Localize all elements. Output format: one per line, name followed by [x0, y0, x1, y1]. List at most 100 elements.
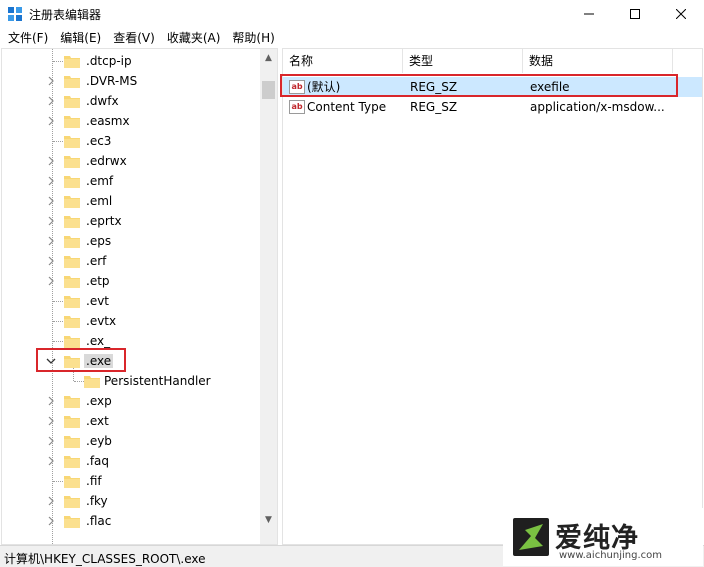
tree-item-label: .eps: [86, 234, 112, 248]
chevron-right-icon[interactable]: [46, 275, 56, 287]
tree-item[interactable]: .edrwx: [2, 151, 260, 171]
folder-icon: [64, 54, 80, 68]
tree-item-label: .emf: [86, 174, 114, 188]
registry-values-pane[interactable]: 名称 类型 数据 ab (默认) REG_SZ exefile ab Conte…: [282, 48, 703, 545]
chevron-right-icon[interactable]: [46, 215, 56, 227]
folder-icon: [64, 414, 80, 428]
chevron-right-icon[interactable]: [46, 235, 56, 247]
folder-icon: [64, 274, 80, 288]
folder-icon: [64, 334, 80, 348]
tree-item-label: .evt: [86, 294, 110, 308]
tree-item-child[interactable]: PersistentHandler: [2, 371, 260, 391]
menu-edit[interactable]: 编辑(E): [54, 28, 107, 48]
chevron-right-icon[interactable]: [46, 115, 56, 127]
chevron-right-icon[interactable]: [46, 415, 56, 427]
folder-icon: [64, 314, 80, 328]
folder-icon: [64, 154, 80, 168]
tree-item-label: .ec3: [86, 134, 112, 148]
tree-item[interactable]: .erf: [2, 251, 260, 271]
tree-scrollbar[interactable]: ▲ ▼: [260, 49, 277, 544]
tree-item[interactable]: .evt: [2, 291, 260, 311]
tree-item[interactable]: .DVR-MS: [2, 71, 260, 91]
tree-item[interactable]: .ext: [2, 411, 260, 431]
menu-file[interactable]: 文件(F): [2, 28, 54, 48]
column-header-type[interactable]: 类型: [403, 49, 523, 73]
tree-item[interactable]: .fif: [2, 471, 260, 491]
chevron-right-icon[interactable]: [46, 495, 56, 507]
tree-item[interactable]: .eml: [2, 191, 260, 211]
chevron-right-icon[interactable]: [46, 455, 56, 467]
minimize-icon: [584, 13, 594, 15]
tree-item[interactable]: .faq: [2, 451, 260, 471]
value-data: application/x-msdow...: [530, 100, 665, 114]
tree-item[interactable]: .ec3: [2, 131, 260, 151]
tree-item[interactable]: .flac: [2, 511, 260, 531]
tree-item-label: .erf: [86, 254, 107, 268]
folder-icon: [64, 514, 80, 528]
chevron-right-icon[interactable]: [46, 435, 56, 447]
tree-item[interactable]: .eps: [2, 231, 260, 251]
chevron-right-icon[interactable]: [46, 395, 56, 407]
watermark-logo-icon: [513, 518, 549, 556]
tree-item-label: .eml: [86, 194, 113, 208]
tree-item[interactable]: .eyb: [2, 431, 260, 451]
tree-item[interactable]: .fky: [2, 491, 260, 511]
scroll-up-icon[interactable]: ▲: [260, 49, 277, 66]
value-name: Content Type: [307, 100, 387, 114]
registry-tree-pane[interactable]: .dtcp-ip .DVR-MS .dwfx .easmx .ec3 .edrwx .emf…: [1, 48, 278, 545]
value-row-content-type[interactable]: ab Content Type REG_SZ application/x-msd…: [283, 97, 702, 117]
tree-item-label: .easmx: [86, 114, 130, 128]
maximize-button[interactable]: [612, 0, 658, 28]
folder-icon: [64, 134, 80, 148]
tree-guide-branch: [53, 301, 63, 302]
tree-guide-branch: [53, 141, 63, 142]
tree-guide-branch: [74, 381, 84, 382]
title-bar: 注册表编辑器: [0, 0, 704, 28]
menu-favorites[interactable]: 收藏夹(A): [161, 28, 227, 48]
menu-help[interactable]: 帮助(H): [226, 28, 280, 48]
exe-highlight-box: [36, 348, 126, 372]
watermark-url: www.aichunjing.com: [559, 550, 662, 561]
tree-item-label: .fif: [86, 474, 102, 488]
folder-icon: [64, 394, 80, 408]
scrollbar-thumb[interactable]: [262, 81, 275, 99]
tree-item[interactable]: .emf: [2, 171, 260, 191]
column-header-data[interactable]: 数据: [523, 49, 673, 73]
tree-item[interactable]: .exp: [2, 391, 260, 411]
folder-icon: [64, 494, 80, 508]
tree-item[interactable]: .easmx: [2, 111, 260, 131]
maximize-icon: [630, 9, 640, 19]
column-header-name[interactable]: 名称: [283, 49, 403, 73]
tree-item[interactable]: .eprtx: [2, 211, 260, 231]
tree-item-label: .flac: [86, 514, 112, 528]
minimize-button[interactable]: [566, 0, 612, 28]
folder-icon: [64, 234, 80, 248]
chevron-right-icon[interactable]: [46, 75, 56, 87]
chevron-right-icon[interactable]: [46, 155, 56, 167]
tree-item-label: .dwfx: [86, 94, 119, 108]
tree-item[interactable]: .evtx: [2, 311, 260, 331]
tree-item-label: .eprtx: [86, 214, 122, 228]
menu-view[interactable]: 查看(V): [107, 28, 161, 48]
tree-item-label: .ext: [86, 414, 109, 428]
tree-item-label: PersistentHandler: [104, 374, 211, 388]
folder-icon: [64, 214, 80, 228]
tree-item-label: .etp: [86, 274, 110, 288]
tree-item-label: .faq: [86, 454, 110, 468]
value-type: REG_SZ: [410, 100, 458, 114]
folder-icon: [64, 254, 80, 268]
close-button[interactable]: [658, 0, 704, 28]
chevron-right-icon[interactable]: [46, 195, 56, 207]
watermark: 爱纯净 www.aichunjing.com: [503, 508, 703, 566]
tree-item[interactable]: .etp: [2, 271, 260, 291]
tree-item[interactable]: .dtcp-ip: [2, 51, 260, 71]
tree-item[interactable]: .dwfx: [2, 91, 260, 111]
chevron-right-icon[interactable]: [46, 515, 56, 527]
status-path: 计算机\HKEY_CLASSES_ROOT\.exe: [4, 552, 206, 566]
tree-item-label: .fky: [86, 494, 108, 508]
chevron-right-icon[interactable]: [46, 175, 56, 187]
chevron-right-icon[interactable]: [46, 95, 56, 107]
chevron-right-icon[interactable]: [46, 255, 56, 267]
scroll-down-icon[interactable]: ▼: [260, 511, 277, 528]
folder-icon: [64, 174, 80, 188]
